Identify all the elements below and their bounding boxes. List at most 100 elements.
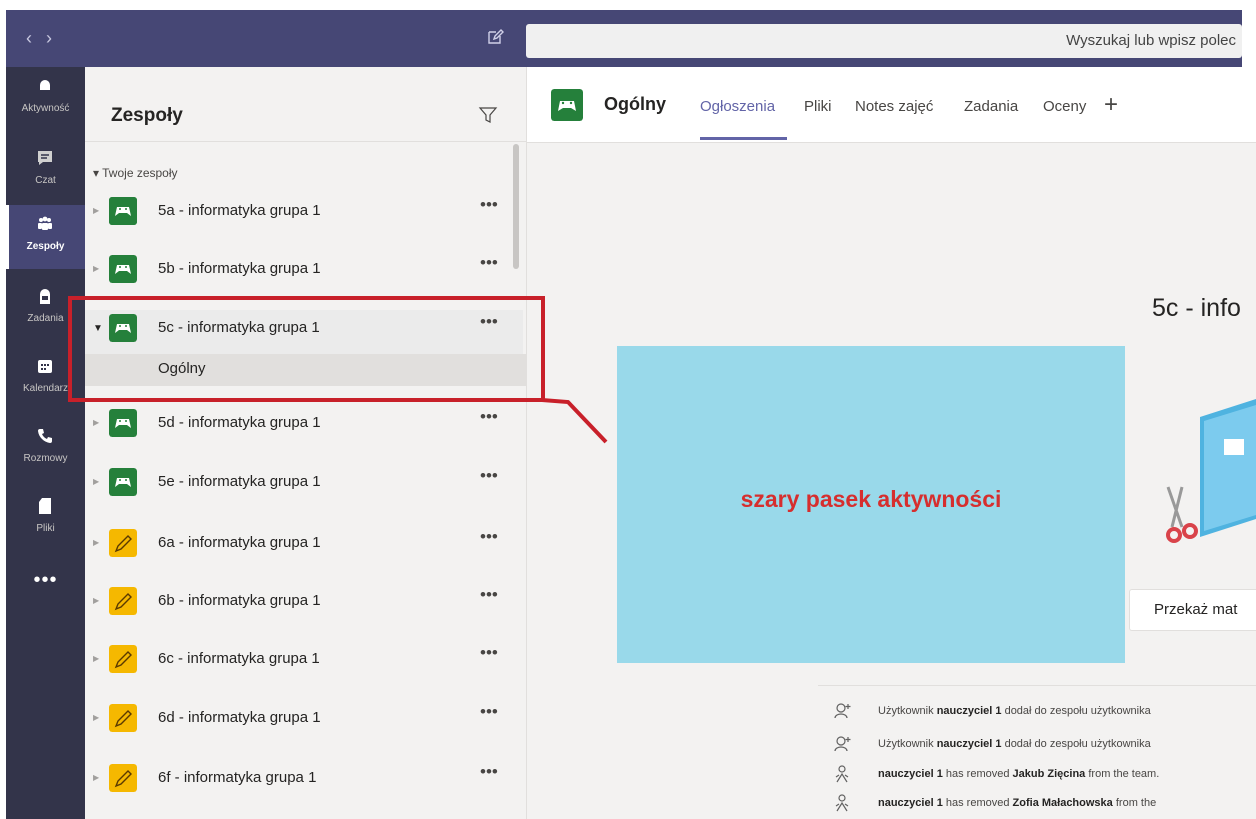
annotation-connector: [541, 398, 608, 444]
team-heading: 5c - info: [1152, 294, 1241, 322]
caret-right-icon[interactable]: ▶: [93, 206, 99, 215]
pencil-icon: [109, 704, 137, 732]
tab-class-notebook[interactable]: Notes zajęć: [855, 98, 933, 115]
team-row[interactable]: ▶ 5e - informatyka grupa 1 •••: [85, 464, 523, 504]
team-row[interactable]: ▶ 5a - informatyka grupa 1 •••: [85, 193, 523, 233]
top-bar: ‹› Wyszukaj lub wpisz polec: [6, 10, 1242, 67]
more-options-button[interactable]: •••: [480, 253, 498, 273]
more-apps-button[interactable]: •••: [6, 569, 85, 592]
gamepad-icon: [551, 89, 583, 121]
caret-right-icon[interactable]: ▶: [93, 654, 99, 663]
remove-user-icon: [835, 765, 849, 783]
activity-text: nauczyciel 1 has removed Zofia Małachows…: [878, 797, 1157, 809]
bell-icon: [40, 80, 50, 92]
team-row[interactable]: ▶ 6f - informatyka grupa 1 •••: [85, 760, 523, 800]
rail-item-teams[interactable]: Zespoły: [6, 205, 85, 269]
chat-icon: [38, 151, 52, 165]
activity-text: Użytkownik nauczyciel 1 dodał do zespołu…: [878, 738, 1151, 750]
share-material-button[interactable]: Przekaż mat: [1129, 589, 1256, 631]
nav-arrows[interactable]: ‹›: [26, 28, 66, 49]
annotation-box: szary pasek aktywności: [617, 346, 1125, 663]
tab-assignments[interactable]: Zadania: [964, 98, 1018, 115]
tab-posts[interactable]: Ogłoszenia: [700, 98, 775, 115]
assignments-icon: [40, 289, 50, 304]
caret-right-icon[interactable]: ▶: [93, 264, 99, 273]
channel-title: Ogólny: [604, 94, 666, 114]
team-name: 5a - informatyka grupa 1: [158, 202, 321, 219]
compose-icon[interactable]: [486, 28, 504, 46]
team-row[interactable]: ▶ 6c - informatyka grupa 1 •••: [85, 641, 523, 681]
team-name: 6f - informatyka grupa 1: [158, 769, 317, 786]
team-name: 5d - informatyka grupa 1: [158, 414, 321, 431]
team-row[interactable]: ▶ 6d - informatyka grupa 1 •••: [85, 700, 523, 740]
calendar-icon: [38, 360, 52, 373]
teams-panel: Zespoły ▾ Twoje zespoły ▶ 5a - informaty…: [85, 67, 527, 819]
caret-right-icon[interactable]: ▶: [93, 418, 99, 427]
divider: [85, 141, 527, 142]
caret-right-icon[interactable]: ▶: [93, 713, 99, 722]
team-row[interactable]: ▶ 5d - informatyka grupa 1 •••: [85, 405, 523, 445]
back-arrow-icon[interactable]: ‹: [26, 28, 46, 48]
section-label: Twoje zespoły: [102, 166, 178, 180]
caret-right-icon[interactable]: ▶: [93, 477, 99, 486]
search-input[interactable]: Wyszukaj lub wpisz polec: [526, 24, 1242, 58]
team-name: 5b - informatyka grupa 1: [158, 260, 321, 277]
caret-right-icon[interactable]: ▶: [93, 596, 99, 605]
more-options-button[interactable]: •••: [480, 643, 498, 663]
more-options-button[interactable]: •••: [480, 195, 498, 215]
rail-label: Czat: [35, 175, 56, 186]
phone-icon: [38, 429, 52, 443]
filter-icon[interactable]: [478, 105, 498, 125]
teams-icon: [38, 216, 52, 230]
notebook-scissors-illustration: [1166, 399, 1256, 543]
app-rail: Aktywność Czat Zespoły Zadania Kalendarz…: [6, 67, 85, 819]
team-name: 5e - informatyka grupa 1: [158, 473, 321, 490]
add-user-icon: [834, 736, 851, 752]
rail-item-files[interactable]: Pliki: [6, 487, 85, 551]
rail-label: Rozmowy: [23, 453, 68, 464]
remove-user-icon: [835, 794, 849, 812]
team-row[interactable]: ▶ 6b - informatyka grupa 1 •••: [85, 583, 523, 623]
tab-files[interactable]: Pliki: [804, 98, 832, 115]
activity-text: nauczyciel 1 has removed Jakub Zięcina f…: [878, 768, 1160, 780]
section-your-teams[interactable]: ▾ Twoje zespoły: [93, 166, 178, 180]
rail-item-activity[interactable]: Aktywność: [6, 67, 85, 131]
gamepad-icon: [109, 255, 137, 283]
tab-grades[interactable]: Oceny: [1043, 98, 1086, 115]
pencil-icon: [109, 645, 137, 673]
file-icon: [39, 498, 51, 514]
annotation-text: szary pasek aktywności: [740, 486, 1002, 512]
more-options-button[interactable]: •••: [480, 527, 498, 547]
activity-text: Użytkownik nauczyciel 1 dodał do zespołu…: [878, 705, 1151, 717]
active-tab-indicator: [700, 137, 787, 140]
more-options-button[interactable]: •••: [480, 585, 498, 605]
more-options-button[interactable]: •••: [480, 702, 498, 722]
add-tab-button[interactable]: +: [1104, 91, 1118, 119]
team-name: 6c - informatyka grupa 1: [158, 650, 320, 667]
team-row[interactable]: ▶ 5b - informatyka grupa 1 •••: [85, 251, 523, 291]
rail-label: Zespoły: [26, 241, 65, 252]
rail-item-chat[interactable]: Czat: [6, 139, 85, 203]
more-options-button[interactable]: •••: [480, 466, 498, 486]
team-name: 6a - informatyka grupa 1: [158, 534, 321, 551]
rail-item-calls[interactable]: Rozmowy: [6, 417, 85, 481]
activity-item: Użytkownik nauczyciel 1 dodał do zespołu…: [818, 701, 1256, 723]
more-options-button[interactable]: •••: [480, 762, 498, 782]
panel-title: Zespoły: [111, 105, 183, 126]
pencil-icon: [109, 587, 137, 615]
more-options-button[interactable]: •••: [480, 407, 498, 427]
caret-right-icon[interactable]: ▶: [93, 538, 99, 547]
team-name: 6d - informatyka grupa 1: [158, 709, 321, 726]
highlight-rectangle: [68, 296, 545, 402]
gamepad-icon: [109, 197, 137, 225]
caret-right-icon[interactable]: ▶: [93, 773, 99, 782]
rail-label: Aktywność: [21, 103, 70, 114]
divider: [818, 685, 1256, 686]
team-row[interactable]: ▶ 6a - informatyka grupa 1 •••: [85, 525, 523, 565]
pencil-icon: [109, 529, 137, 557]
add-user-icon: [834, 703, 851, 719]
pencil-icon: [109, 764, 137, 792]
activity-item: nauczyciel 1 has removed Zofia Małachows…: [818, 793, 1256, 815]
gamepad-icon: [109, 409, 137, 437]
forward-arrow-icon[interactable]: ›: [46, 28, 66, 48]
